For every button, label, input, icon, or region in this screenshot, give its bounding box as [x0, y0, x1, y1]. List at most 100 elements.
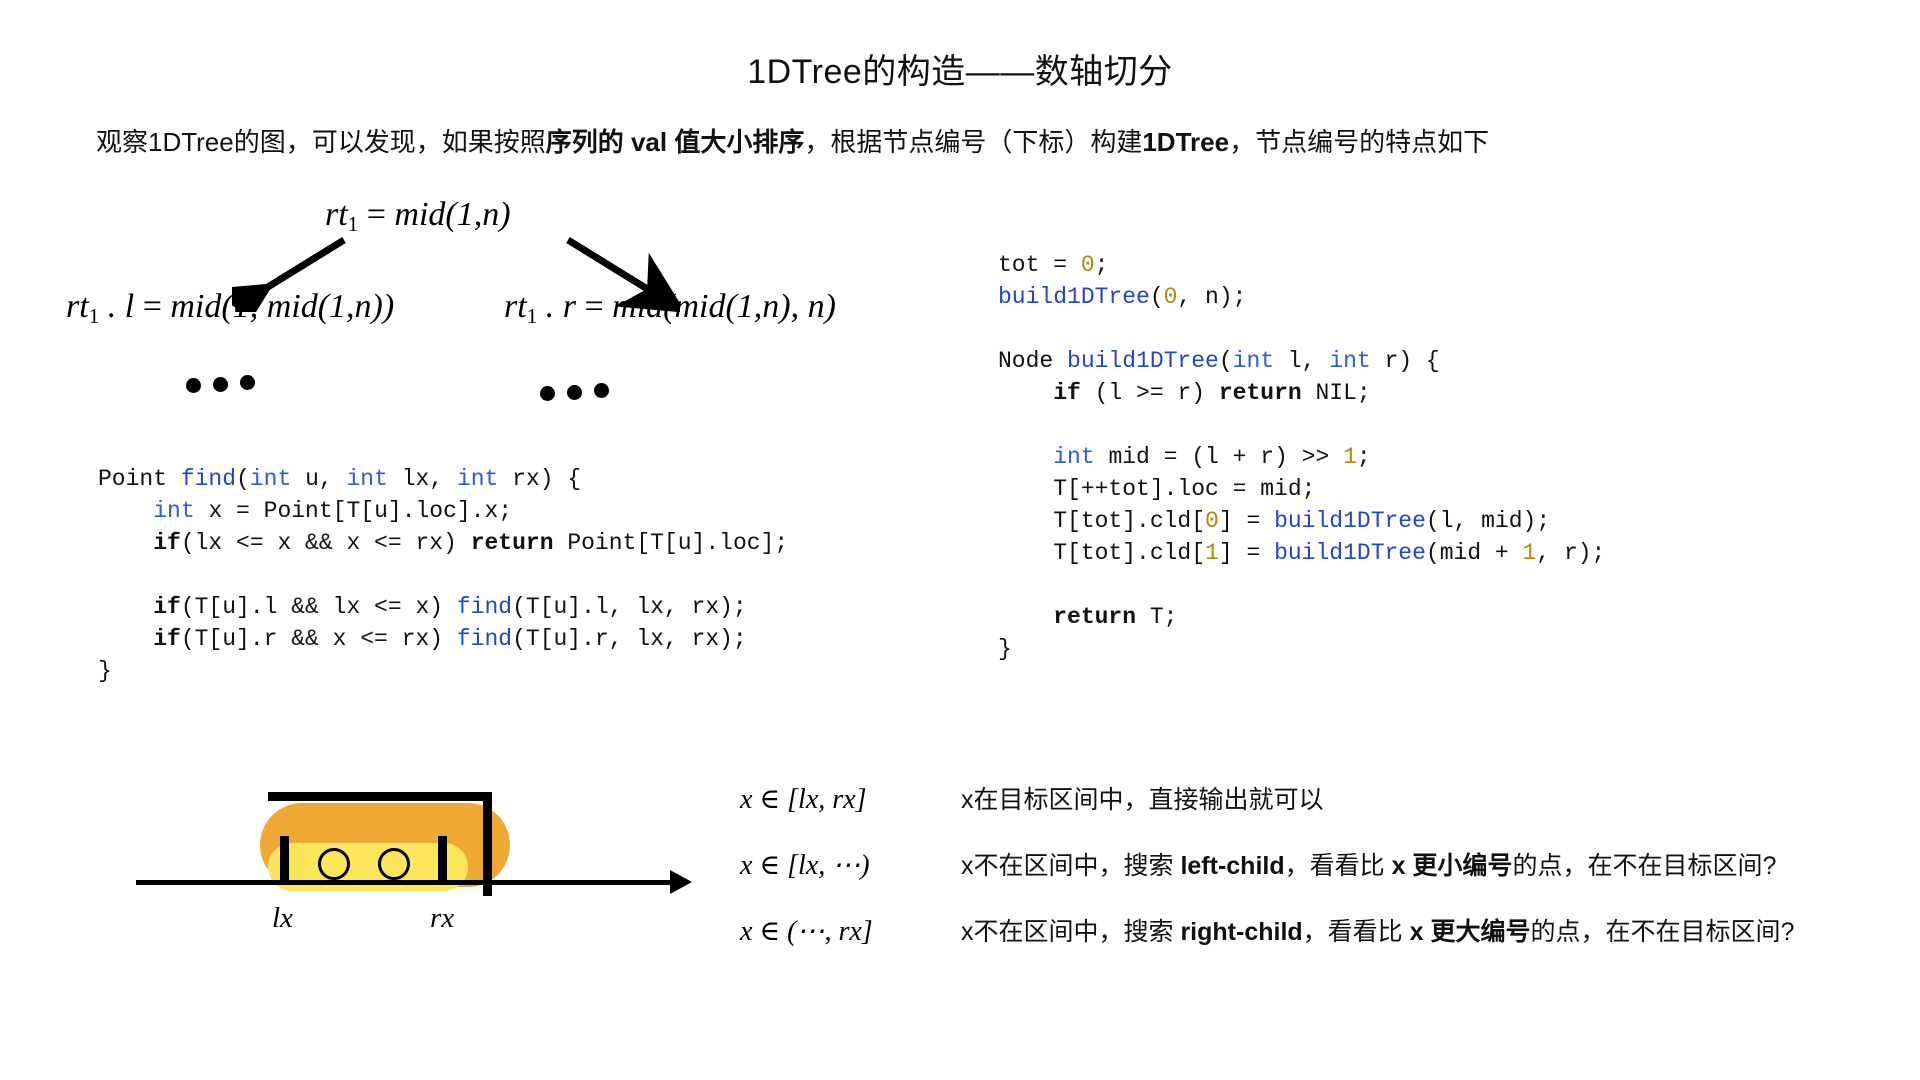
ellipsis-dot — [567, 384, 582, 400]
code-token: return — [1053, 604, 1137, 630]
code-token: build1DTree — [1067, 348, 1219, 374]
condition-description: x在目标区间中，直接输出就可以 — [925, 780, 1324, 816]
desc-bold-index: x 更大编号 — [1409, 918, 1531, 946]
subtitle-text: 观察1DTree的图，可以发现，如果按照序列的 val 值大小排序，根据节点编号… — [96, 122, 1896, 159]
code-line: } — [98, 655, 788, 687]
formula-right-eq: = — [575, 288, 613, 325]
desc-bold-index: x 更小编号 — [1391, 852, 1513, 880]
subtitle-part2: ，根据节点编号（下标）构建 — [804, 127, 1143, 157]
code-token: (l >= r) — [1080, 380, 1219, 406]
code-line: Point find(int u, int lx, int rx) { — [98, 463, 788, 495]
code-token: if — [153, 530, 181, 556]
code-token: ; — [1094, 252, 1109, 278]
formula-root: rt1 = mid(1,n) — [325, 196, 511, 237]
code-token: build1DTree — [998, 284, 1150, 310]
desc-bold-child: right-child — [1180, 918, 1303, 946]
code-token: ; — [1356, 444, 1371, 470]
code-line: T[tot].cld[0] = build1DTree(l, mid); — [998, 505, 1605, 537]
code-line: if (l >= r) return NIL; — [998, 377, 1605, 409]
formula-left-rhs: mid(1, mid(1,n)) — [170, 288, 395, 325]
desc-mid: ，看看比 — [1284, 852, 1392, 880]
code-line: int mid = (l + r) >> 1; — [998, 441, 1605, 473]
ellipsis-left — [186, 375, 255, 393]
code-line: return T; — [998, 601, 1605, 633]
code-line: tot = 0; — [998, 249, 1605, 281]
formula-right-member: . r — [537, 288, 576, 325]
condition-formula: x ∈ [lx, rx] — [740, 784, 867, 815]
axis-arrow-icon — [670, 870, 692, 894]
code-token: int — [456, 466, 499, 492]
ellipsis-dot — [240, 375, 255, 390]
code-line: int x = Point[T[u].loc].x; — [98, 495, 788, 527]
desc-pre: x不在区间中，搜索 — [961, 918, 1181, 946]
code-block-build1dtree: tot = 0; build1DTree(0, n); Node build1DT… — [998, 249, 1605, 665]
code-token: ] = — [1218, 508, 1275, 534]
code-token: (l, mid); — [1425, 508, 1551, 534]
code-token: if — [153, 626, 181, 652]
number-line-figure: lx rx — [120, 770, 720, 950]
code-token: int — [1053, 444, 1095, 470]
formula-right-lhs: rt — [504, 288, 527, 325]
code-token: r) { — [1370, 348, 1440, 374]
desc-post: 的点，在不在目标区间? — [1530, 918, 1795, 946]
code-token: int — [346, 466, 388, 492]
ellipsis-dot — [540, 386, 555, 401]
code-line: Node build1DTree(int l, int r) { — [998, 345, 1605, 377]
number-axis-line — [136, 880, 676, 885]
slide-root: 1DTree的构造——数轴切分 观察1DTree的图，可以发现，如果按照序列的 … — [0, 0, 1920, 1080]
code-token: if — [153, 594, 181, 620]
formula-root-rhs: mid(1,n) — [394, 196, 511, 233]
code-token: mid = (l + r) >> — [1094, 444, 1344, 470]
ellipsis-right — [540, 383, 609, 401]
code-token: return — [1218, 380, 1302, 406]
condition-formula: x ∈ [lx, ⋯) — [740, 850, 870, 881]
code-token: T[tot].cld[ — [998, 508, 1206, 534]
formula-root-lhs: rt — [325, 196, 348, 233]
explanation-row: x ∈ [lx, ⋯) x不在区间中，搜索 left-child，看看比 x 更… — [740, 846, 1900, 912]
axis-label-rx: rx — [430, 902, 455, 934]
code-token: (T[u].r && x <= rx) — [180, 626, 457, 652]
code-token: return — [470, 530, 554, 556]
code-token: find — [456, 626, 513, 652]
code-token: 1 — [1205, 540, 1219, 566]
code-token: int — [153, 498, 195, 524]
explanation-list: x ∈ [lx, rx] x在目标区间中，直接输出就可以 x ∈ [lx, ⋯)… — [740, 780, 1900, 978]
code-token: (T[u].l, lx, rx); — [512, 594, 747, 620]
code-token: T; — [1136, 604, 1178, 630]
code-token: (T[u].l && lx <= x) — [180, 594, 457, 620]
point-node-circle — [378, 848, 410, 880]
subtitle-bold2: 1DTree — [1142, 127, 1230, 157]
code-line: if(T[u].r && x <= rx) find(T[u].r, lx, r… — [98, 623, 788, 655]
formula-right-rhs: mid(mid(1,n), n) — [612, 288, 836, 325]
code-token: 0 — [1080, 252, 1095, 278]
condition-description: x不在区间中，搜索 left-child，看看比 x 更小编号的点，在不在目标区… — [925, 846, 1776, 882]
code-token: (T[u].r, lx, rx); — [512, 626, 747, 652]
code-token: ] = — [1218, 540, 1275, 566]
code-token: rx) { — [498, 466, 582, 492]
desc-mid: ，看看比 — [1302, 918, 1410, 946]
code-line: if(lx <= x && x <= rx) return Point[T[u]… — [98, 527, 788, 559]
axis-label-lx: lx — [272, 902, 293, 934]
subtitle-bold1: 序列的 val 值大小排序 — [545, 127, 805, 157]
code-token: T[++tot].loc = mid; — [998, 476, 1316, 502]
condition-description: x不在区间中，搜索 right-child，看看比 x 更大编号的点，在不在目标… — [925, 912, 1794, 948]
explanation-row: x ∈ (⋯, rx] x不在区间中，搜索 right-child，看看比 x … — [740, 912, 1900, 978]
explanation-row: x ∈ [lx, rx] x在目标区间中，直接输出就可以 — [740, 780, 1900, 846]
code-token: T[tot].cld[ — [998, 540, 1206, 566]
code-line: if(T[u].l && lx <= x) find(T[u].l, lx, r… — [98, 591, 788, 623]
code-token: x = Point[T[u].loc].x; — [194, 498, 513, 524]
formula-left-lhs: rt — [66, 288, 89, 325]
code-token: } — [998, 636, 1012, 662]
formula-root-eq: = — [358, 196, 395, 233]
code-token: ( — [1218, 348, 1233, 374]
formula-left-sub: 1 — [88, 303, 100, 328]
